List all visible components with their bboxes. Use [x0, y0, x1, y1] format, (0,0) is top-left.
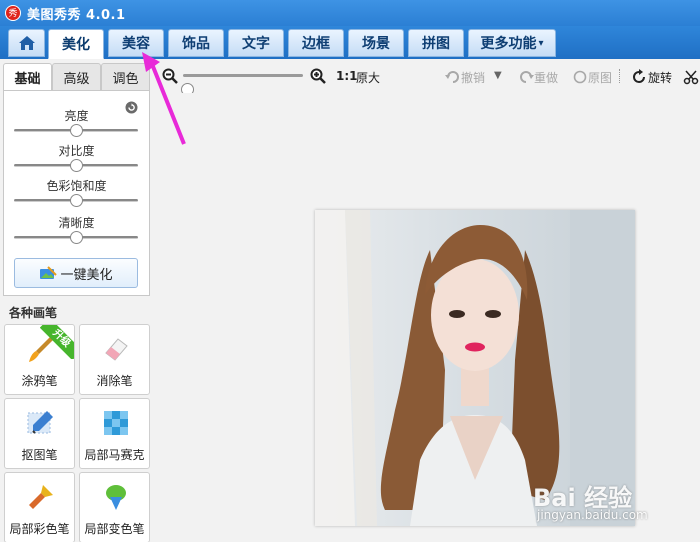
brightness-label: 亮度: [64, 109, 89, 123]
saturation-slider[interactable]: [14, 194, 138, 207]
upgrade-badge: 升级: [40, 325, 74, 359]
sharpness-slider-thumb[interactable]: [70, 231, 83, 244]
annotation-arrow-icon: [142, 52, 186, 145]
chevron-down-icon: ▾: [538, 37, 544, 49]
basic-adjust-panel: 亮度 对比度 色彩饱和度 清晰度 一键美化: [3, 90, 150, 296]
mosaic-icon: [104, 411, 128, 435]
tab-border[interactable]: 边框: [288, 29, 344, 57]
tab-collage[interactable]: 拼图: [408, 29, 464, 57]
brush-section-heading: 各种画笔: [9, 306, 58, 320]
contrast-slider-thumb[interactable]: [70, 159, 83, 172]
crop-scissors-icon[interactable]: [683, 69, 699, 85]
image-toolbar: 1:1 原大 撤销 ▼ 重做 原图 旋转: [155, 59, 700, 96]
tab-more-features[interactable]: 更多功能 ▾: [468, 29, 556, 57]
brush-local-recolor-pen[interactable]: 局部变色笔: [79, 472, 150, 542]
brush-local-color-pen[interactable]: 局部彩色笔: [4, 472, 75, 542]
undo-icon: [445, 71, 459, 83]
eraser-icon: [105, 338, 128, 361]
title-bar: 秀 美图秀秀 4.0.1: [0, 0, 700, 26]
rotate-icon: [633, 69, 645, 83]
app-logo-icon: 秀: [5, 5, 21, 21]
main-nav: 美化 美容 饰品 文字 边框 场景 拼图 更多功能 ▾: [0, 26, 700, 59]
brush-label: 涂鸦笔: [21, 374, 58, 388]
toolbar-divider: [619, 69, 620, 83]
actual-size-ratio[interactable]: 1:1: [336, 69, 358, 83]
canvas-area: [155, 93, 700, 542]
brush-label: 局部彩色笔: [9, 522, 70, 536]
brush-cutout-pen[interactable]: 抠图笔: [4, 398, 75, 469]
original-image-icon: [573, 70, 587, 84]
watermark: Bai 经验 jingyan.baidu.com: [533, 478, 693, 528]
watermark-url: jingyan.baidu.com: [537, 508, 648, 522]
sharpness-label: 清晰度: [58, 216, 95, 230]
tab-more-features-label: 更多功能: [480, 36, 537, 52]
home-button[interactable]: [8, 29, 45, 57]
tab-text[interactable]: 文字: [228, 29, 284, 57]
subtab-advanced[interactable]: 高级: [52, 63, 101, 91]
contrast-slider[interactable]: [14, 159, 138, 172]
undo-history-chevron-icon[interactable]: ▼: [494, 70, 502, 81]
brush-label: 局部变色笔: [84, 522, 145, 536]
saturation-slider-thumb[interactable]: [70, 194, 83, 207]
brush-label: 消除笔: [96, 374, 133, 388]
home-icon: [18, 36, 35, 50]
saturation-label: 色彩饱和度: [46, 179, 107, 193]
cutout-pen-icon: [27, 411, 53, 434]
contrast-label: 对比度: [58, 144, 95, 158]
brightness-slider-thumb[interactable]: [70, 124, 83, 137]
app-title: 美图秀秀 4.0.1: [27, 7, 126, 23]
brush-eraser-pen[interactable]: 消除笔: [79, 324, 150, 395]
subtab-basic[interactable]: 基础: [3, 63, 52, 91]
tab-scene[interactable]: 场景: [348, 29, 404, 57]
brush-local-mosaic[interactable]: 局部马赛克: [79, 398, 150, 469]
one-click-beautify-label: 一键美化: [60, 267, 113, 283]
magic-wand-icon: [40, 266, 58, 279]
recolor-brush-icon: [106, 485, 126, 510]
brush-label: 局部马赛克: [84, 448, 145, 462]
one-click-beautify-button[interactable]: 一键美化: [14, 258, 138, 288]
redo-icon: [520, 71, 534, 83]
undo-button[interactable]: 撤销: [461, 69, 485, 86]
brush-doodle-pen[interactable]: 升级 涂鸦笔: [4, 324, 75, 395]
brush-label: 抠图笔: [21, 448, 58, 462]
left-panel: 基础 高级 调色 亮度 对比度 色彩饱和度 清晰度 一键美化 各种画笔 升级 涂…: [0, 59, 155, 542]
actual-size-button[interactable]: 原大: [356, 69, 380, 86]
redo-button[interactable]: 重做: [534, 69, 558, 86]
tab-beautify[interactable]: 美化: [48, 29, 104, 59]
rotate-button[interactable]: 旋转: [648, 69, 672, 86]
zoom-in-icon[interactable]: [310, 68, 326, 84]
brightness-slider[interactable]: [14, 124, 138, 137]
original-image-button[interactable]: 原图: [588, 69, 612, 86]
zoom-slider[interactable]: [181, 74, 303, 96]
sharpness-slider[interactable]: [14, 231, 138, 244]
color-brush-icon: [29, 485, 53, 509]
